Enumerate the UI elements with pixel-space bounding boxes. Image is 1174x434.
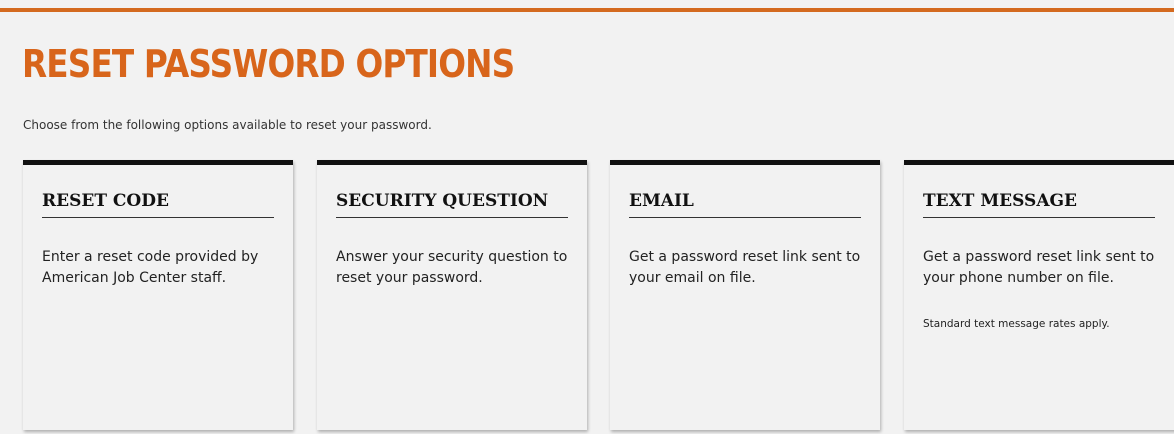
reset-code-option-description: Enter a reset code provided by American … <box>42 249 259 286</box>
text-message-option-title[interactable]: TEXT MESSAGE <box>923 191 1155 218</box>
security-question-option-description: Answer your security question to reset y… <box>336 249 568 286</box>
text-message-rates-note: Standard text message rates apply. <box>923 318 1110 330</box>
security-question-option-title[interactable]: SECURITY QUESTION <box>336 191 568 218</box>
page-title: RESET PASSWORD OPTIONS <box>22 42 515 86</box>
security-question-option-card[interactable]: SECURITY QUESTION Answer your security q… <box>317 160 587 430</box>
email-option-title[interactable]: EMAIL <box>629 191 861 218</box>
email-option-card[interactable]: EMAIL Get a password reset link sent to … <box>610 160 880 430</box>
text-message-option-card[interactable]: TEXT MESSAGE Get a password reset link s… <box>904 160 1174 430</box>
reset-code-option-card[interactable]: RESET CODE Enter a reset code provided b… <box>23 160 293 430</box>
reset-code-option-title[interactable]: RESET CODE <box>42 191 274 218</box>
intro-text: Choose from the following options availa… <box>23 118 432 132</box>
email-option-description: Get a password reset link sent to your e… <box>629 249 861 286</box>
top-accent-rule <box>0 8 1174 12</box>
text-message-option-description: Get a password reset link sent to your p… <box>923 249 1155 286</box>
